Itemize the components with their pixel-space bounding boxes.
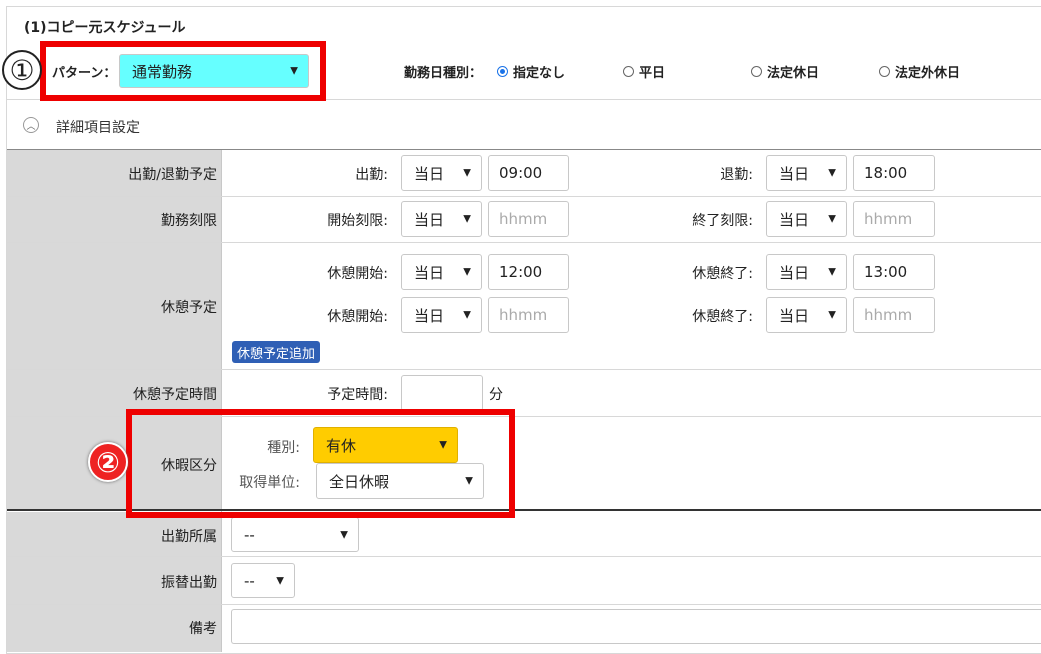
break-end-label: 休憩終了: [692,309,753,325]
highlight-box-2 [126,409,515,518]
minutes-unit: 分 [489,387,503,403]
end-day-select[interactable]: 当日 ▼ [766,155,847,191]
radio-unchecked-icon [623,66,634,77]
break-start-day-select[interactable]: 当日 ▼ [401,254,482,290]
radio-checked-icon [497,66,508,77]
end-time-input[interactable]: 18:00 [853,155,935,191]
add-break-button[interactable]: 休憩予定追加 [232,341,321,363]
break-start-label: 休憩開始: [327,266,388,282]
chevron-down-icon: ▼ [463,213,471,225]
chevron-down-icon: ▼ [828,167,836,179]
limit-end-input[interactable]: hhmm [853,201,935,237]
section-title: (1)コピー元スケジュール [24,20,186,36]
radio-unchecked-icon [879,66,890,77]
chevron-down-icon: ▼ [340,529,348,540]
work-day-type-label: 勤務日種別： [404,66,483,81]
radio-none[interactable]: 指定なし [497,62,565,81]
limit-end-day-select[interactable]: 当日 ▼ [766,201,847,237]
limit-start-day-select[interactable]: 当日 ▼ [401,201,482,237]
row-label-break: 休憩予定 [161,300,217,316]
row-label-note: 備考 [189,621,217,637]
break-start-label: 休憩開始: [327,309,388,325]
substitute-select[interactable]: -- ▼ [231,563,295,598]
row-label-substitute: 振替出勤 [161,575,217,591]
start-label: 出勤: [355,167,388,183]
radio-weekday[interactable]: 平日 [623,62,665,81]
break-end-label: 休憩終了: [692,266,753,282]
break-end-day-select[interactable]: 当日 ▼ [766,297,847,333]
radio-non-legal-holiday[interactable]: 法定外休日 [879,62,960,81]
chevron-down-icon: ▼ [463,167,471,179]
end-label: 退勤: [720,167,753,183]
collapse-chevron-icon[interactable]: ︿ [23,117,39,133]
break-end-input[interactable]: hhmm [853,297,935,333]
start-time-input[interactable]: 09:00 [488,155,569,191]
chevron-down-icon: ▼ [463,266,471,278]
chevron-down-icon: ▼ [828,266,836,278]
dept-select[interactable]: -- ▼ [231,517,359,552]
annotation-number-1: ① [2,50,42,90]
break-time-label: 予定時間: [327,387,388,403]
break-end-input[interactable]: 13:00 [853,254,935,290]
break-start-day-select[interactable]: 当日 ▼ [401,297,482,333]
radio-legal-holiday[interactable]: 法定休日 [751,62,819,81]
annotation-number-2: ② [88,442,128,482]
break-time-input[interactable] [401,375,483,411]
limit-start-input[interactable]: hhmm [488,201,569,237]
chevron-down-icon: ▼ [828,309,836,321]
break-start-input[interactable]: 12:00 [488,254,569,290]
highlight-box-1 [40,41,326,101]
break-end-day-select[interactable]: 当日 ▼ [766,254,847,290]
detail-settings-toggle[interactable]: 詳細項目設定 [56,117,140,137]
row-label-limit: 勤務刻限 [161,213,217,229]
limit-start-label: 開始刻限: [327,213,388,229]
start-day-select[interactable]: 当日 ▼ [401,155,482,191]
chevron-down-icon: ▼ [463,309,471,321]
note-input[interactable] [231,609,1041,644]
chevron-down-icon: ▼ [828,213,836,225]
row-label-dept: 出勤所属 [161,529,217,545]
chevron-down-icon: ▼ [276,575,284,586]
row-label-break-time: 休憩予定時間 [133,387,217,403]
row-label-attendance: 出勤/退勤予定 [128,167,217,183]
radio-unchecked-icon [751,66,762,77]
limit-end-label: 終了刻限: [692,213,753,229]
break-start-input[interactable]: hhmm [488,297,569,333]
